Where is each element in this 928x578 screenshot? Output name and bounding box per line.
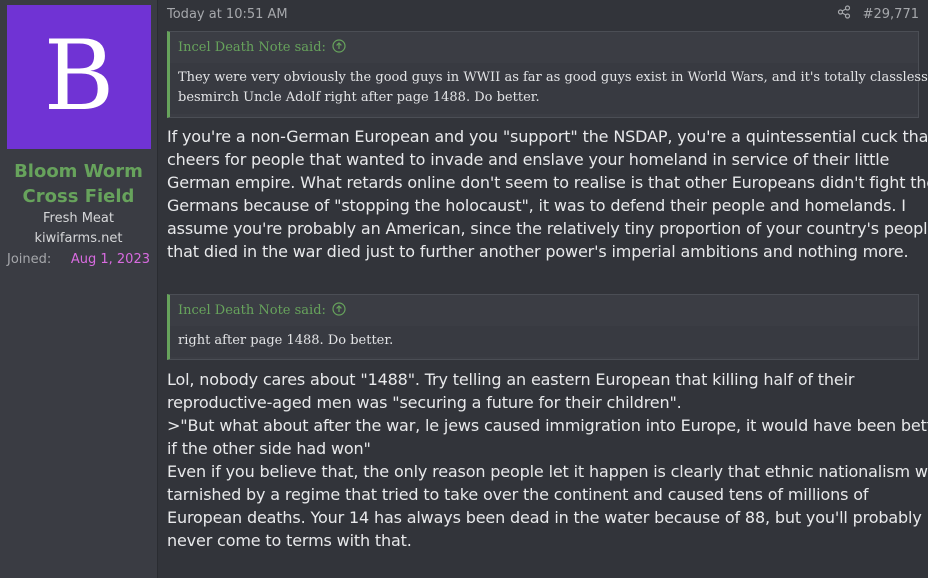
share-icon[interactable] [837,5,863,23]
post-paragraph: If you're a non-German European and you … [167,125,928,263]
quote-line: besmirch Uncle Adolf right after page 14… [178,90,540,105]
user-site: kiwifarms.net [34,231,123,246]
joined-label: Joined: [7,252,52,267]
user-title: Fresh Meat [42,211,114,226]
post-text-line: never come to terms with that. [167,531,412,550]
post-text-line: assume you're probably an American, sinc… [167,219,928,238]
post-text-line: Even if you believe that, the only reaso… [167,462,928,481]
joined-date: Aug 1, 2023 [70,252,150,267]
user-info-panel: B Bloom Worm Cross Field Fresh Meat kiwi… [0,0,158,578]
post-text-line: reproductive-aged men was "securing a fu… [167,393,682,412]
post-text-line: Germans because of "stopping the holocau… [167,196,906,215]
avatar-letter: B [43,20,115,132]
username-line-1: Bloom Worm [14,161,143,182]
post-meta-bar: Today at 10:51 AM #29,771 [167,4,919,24]
post-text-line: >"But what about after the war, le jews … [167,416,928,435]
post-paragraph: Lol, nobody cares about "1488". Try tell… [167,368,928,552]
post-text-line: If you're a non-German European and you … [167,127,928,146]
quote-block: Incel Death Note said: They were very ob… [167,31,928,118]
arrow-up-circle-icon[interactable] [326,38,346,57]
quote-line: right after page 1488. Do better. [178,333,394,348]
quote-block: Incel Death Note said: right after page … [167,294,919,360]
avatar[interactable]: B [7,5,151,149]
post-text-line: that died in the war died just to furthe… [167,242,909,261]
post-number-link[interactable]: #29,771 [863,7,919,22]
arrow-up-circle-icon[interactable] [326,301,346,320]
post-text-line: cheers for people that wanted to invade … [167,150,890,169]
post-text-line: if the other side had won" [167,439,371,458]
post-text-line: Lol, nobody cares about "1488". Try tell… [167,370,855,389]
post-text-line: European deaths. Your 14 has always been… [167,508,922,527]
forum-post: B Bloom Worm Cross Field Fresh Meat kiwi… [0,0,928,578]
post-text-line: tarnished by a regime that tried to take… [167,485,869,504]
quote-header: Incel Death Note said: [170,295,918,326]
post-timestamp[interactable]: Today at 10:51 AM [167,7,837,22]
quote-author-link[interactable]: Incel Death Note said: [178,303,326,318]
quote-header: Incel Death Note said: [170,32,918,63]
quote-line: They were very obviously the good guys i… [178,70,928,85]
post-content: Today at 10:51 AM #29,771 Incel Death No… [158,0,928,578]
joined-row: Joined: Aug 1, 2023 [0,250,157,270]
username-line-2: Cross Field [22,186,135,207]
quote-body: right after page 1488. Do better. [170,326,918,357]
quote-body: They were very obviously the good guys i… [170,63,928,114]
quote-author-link[interactable]: Incel Death Note said: [178,40,326,55]
post-text-line: German empire. What retards online don't… [167,173,928,192]
username-link[interactable]: Bloom Worm Cross Field [0,159,157,209]
